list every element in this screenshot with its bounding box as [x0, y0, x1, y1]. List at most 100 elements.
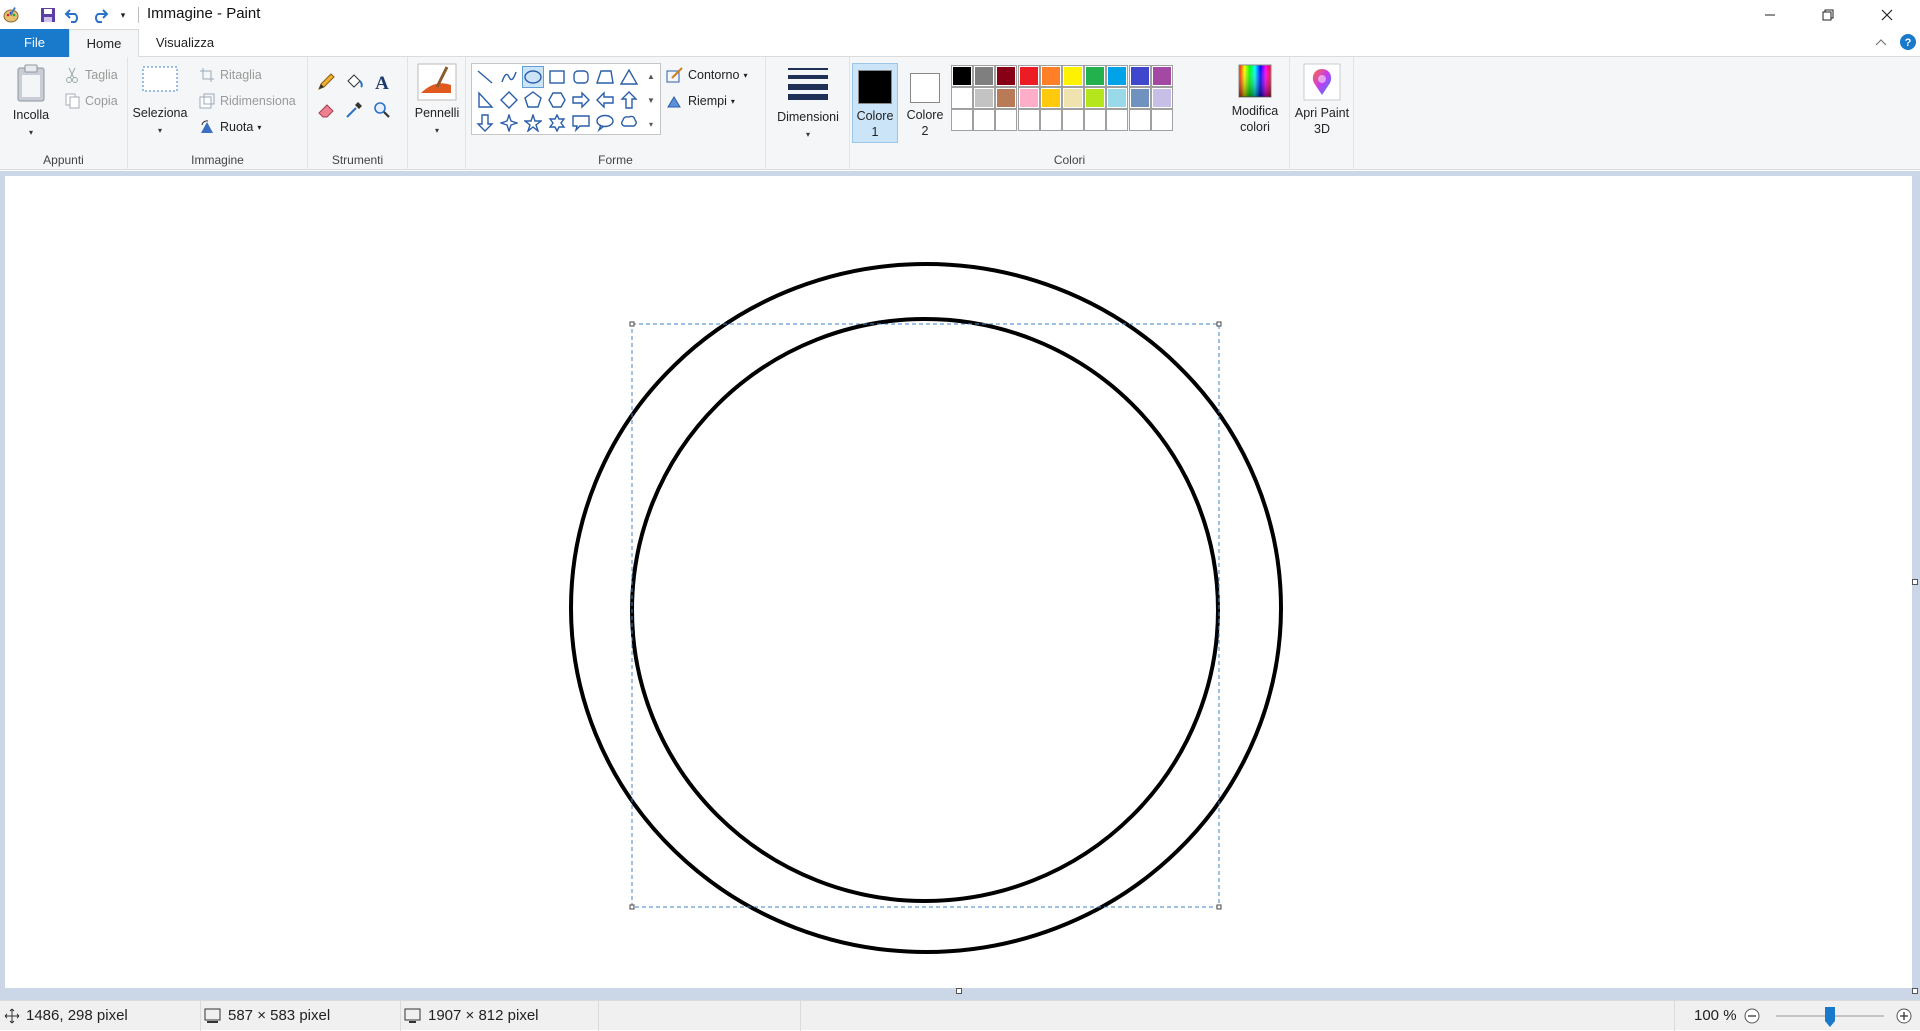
palette-color-swatch[interactable] — [1017, 87, 1040, 109]
custom-color-slot[interactable] — [973, 109, 996, 131]
magnifier-icon[interactable] — [369, 97, 395, 123]
polygon-shape-icon[interactable] — [594, 66, 616, 88]
palette-color-swatch[interactable] — [951, 65, 973, 87]
text-icon[interactable]: A — [369, 69, 395, 95]
cut-button[interactable]: Taglia — [63, 65, 118, 85]
canvas-resize-handle-right[interactable] — [1912, 579, 1918, 585]
left-arrow-shape-icon[interactable] — [594, 89, 616, 111]
palette-color-swatch[interactable] — [995, 65, 1018, 87]
canvas-resize-handle-bottom[interactable] — [956, 988, 962, 994]
outline-button[interactable]: Contorno ▾ — [666, 65, 747, 85]
palette-color-swatch[interactable] — [1062, 65, 1084, 87]
pencil-icon[interactable] — [313, 69, 339, 95]
hexagon-shape-icon[interactable] — [546, 89, 568, 111]
palette-color-swatch[interactable] — [1039, 65, 1062, 87]
right-triangle-shape-icon[interactable] — [474, 89, 496, 111]
open-paint3d-button[interactable]: Apri Paint 3D — [1294, 63, 1350, 137]
copy-button[interactable]: Copia — [63, 91, 118, 111]
custom-color-slot[interactable] — [1106, 109, 1129, 131]
custom-color-slot[interactable] — [995, 109, 1018, 131]
palette-color-swatch[interactable] — [1106, 87, 1129, 109]
color1-label: Colore 1 — [856, 109, 894, 139]
rotate-button[interactable]: Ruota ▾ — [198, 117, 261, 137]
drawing-canvas[interactable] — [5, 176, 1912, 988]
size-button[interactable]: Dimensioni ▾ — [768, 65, 848, 143]
triangle-shape-icon[interactable] — [618, 66, 640, 88]
right-arrow-shape-icon[interactable] — [570, 89, 592, 111]
crop-button[interactable]: Ritaglia — [198, 65, 262, 85]
cloud-callout-shape-icon[interactable] — [618, 112, 640, 134]
color2-button[interactable]: Colore 2 — [902, 63, 948, 143]
color-picker-icon[interactable] — [341, 97, 367, 123]
palette-color-swatch[interactable] — [1150, 65, 1173, 87]
palette-color-swatch[interactable] — [1039, 87, 1062, 109]
palette-color-swatch[interactable] — [973, 87, 996, 109]
expand-gallery-icon[interactable]: ▾ — [649, 120, 653, 129]
restore-button[interactable] — [1799, 0, 1857, 29]
edit-colors-button[interactable]: Modifica colori — [1222, 63, 1288, 135]
custom-color-slot[interactable] — [1017, 109, 1040, 131]
down-arrow-shape-icon[interactable] — [474, 112, 496, 134]
line-shape-icon[interactable] — [474, 66, 496, 88]
five-point-star-shape-icon[interactable] — [522, 112, 544, 134]
canvas-resize-handle-corner[interactable] — [1912, 988, 1918, 994]
custom-color-slot[interactable] — [1128, 109, 1151, 131]
palette-color-swatch[interactable] — [1062, 87, 1084, 109]
custom-color-slot[interactable] — [951, 109, 973, 131]
palette-color-swatch[interactable] — [951, 87, 973, 109]
paint-logo-icon[interactable] — [0, 4, 22, 26]
palette-color-swatch[interactable] — [1128, 65, 1151, 87]
oval-callout-shape-icon[interactable] — [594, 112, 616, 134]
close-button[interactable] — [1858, 0, 1916, 29]
palette-color-swatch[interactable] — [1084, 87, 1107, 109]
color1-button[interactable]: Colore 1 — [852, 63, 898, 143]
redo-icon[interactable] — [89, 4, 111, 26]
up-arrow-shape-icon[interactable] — [618, 89, 640, 111]
collapse-ribbon-icon[interactable] — [1875, 34, 1887, 49]
palette-color-swatch[interactable] — [1084, 65, 1107, 87]
select-button[interactable]: Seleziona ▾ — [132, 65, 188, 139]
tab-file[interactable]: File — [0, 29, 69, 57]
zoom-level: 100 % — [1694, 1007, 1737, 1024]
fill-bucket-icon[interactable] — [341, 69, 367, 95]
diamond-shape-icon[interactable] — [498, 89, 520, 111]
four-point-star-shape-icon[interactable] — [498, 112, 520, 134]
fill-button[interactable]: Riempi ▾ — [666, 91, 735, 111]
palette-color-swatch[interactable] — [1106, 65, 1129, 87]
rectangle-shape-icon[interactable] — [546, 66, 568, 88]
tab-view[interactable]: Visualizza — [140, 29, 230, 57]
custom-color-slot[interactable] — [1039, 109, 1062, 131]
help-icon[interactable]: ? — [1899, 33, 1917, 54]
undo-icon[interactable] — [62, 4, 84, 26]
resize-button[interactable]: Ridimensiona — [198, 91, 296, 111]
zoom-slider-thumb[interactable] — [1825, 1007, 1835, 1027]
minimize-button[interactable] — [1741, 0, 1799, 29]
custom-color-slot[interactable] — [1062, 109, 1084, 131]
palette-color-swatch[interactable] — [973, 65, 996, 87]
selection-handles[interactable] — [629, 321, 1222, 910]
brushes-button[interactable]: Pennelli ▾ — [412, 63, 462, 139]
tab-home[interactable]: Home — [69, 29, 139, 58]
zoom-out-button[interactable] — [1744, 1008, 1760, 1024]
paste-button[interactable]: Incolla ▾ — [6, 63, 56, 141]
rounded-rectangle-shape-icon[interactable] — [570, 66, 592, 88]
scroll-down-icon[interactable]: ▼ — [647, 96, 655, 105]
palette-color-swatch[interactable] — [1017, 65, 1040, 87]
palette-color-swatch[interactable] — [995, 87, 1018, 109]
eraser-icon[interactable] — [313, 97, 339, 123]
palette-color-swatch[interactable] — [1150, 87, 1173, 109]
curve-shape-icon[interactable] — [498, 66, 520, 88]
shapes-scroll[interactable]: ▲ ▼ ▾ — [643, 64, 659, 136]
status-separator — [598, 1001, 599, 1031]
six-point-star-shape-icon[interactable] — [546, 112, 568, 134]
custom-color-slot[interactable] — [1084, 109, 1107, 131]
palette-color-swatch[interactable] — [1128, 87, 1151, 109]
oval-shape-icon[interactable] — [522, 66, 544, 88]
custom-color-slot[interactable] — [1150, 109, 1173, 131]
customize-quick-access-icon[interactable]: ▾ — [112, 4, 134, 26]
save-icon[interactable] — [37, 4, 59, 26]
scroll-up-icon[interactable]: ▲ — [647, 72, 655, 81]
rectangular-callout-shape-icon[interactable] — [570, 112, 592, 134]
pentagon-shape-icon[interactable] — [522, 89, 544, 111]
zoom-in-button[interactable] — [1896, 1008, 1912, 1024]
